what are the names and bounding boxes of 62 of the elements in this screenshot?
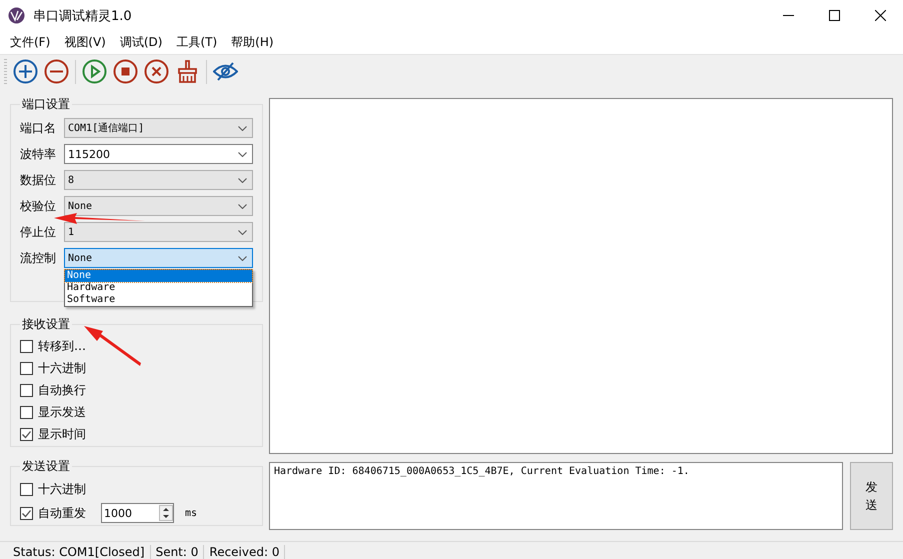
menu-item[interactable]: 视图(V) bbox=[57, 34, 113, 51]
status-text: Sent: 0 bbox=[150, 545, 204, 559]
send-button[interactable]: 发送 bbox=[850, 462, 893, 530]
dropdown[interactable]: None bbox=[64, 196, 253, 216]
checkbox[interactable] bbox=[20, 482, 33, 496]
dropdown[interactable]: None bbox=[64, 248, 253, 268]
interval-spinbox[interactable]: 1000 bbox=[101, 503, 174, 523]
checkbox[interactable] bbox=[20, 406, 33, 418]
checkbox-label[interactable]: 十六进制 bbox=[38, 360, 86, 376]
chevron-down-icon bbox=[238, 204, 247, 208]
dropdown[interactable]: COM1[通信端口] bbox=[64, 118, 253, 138]
status-text: Status: COM1[Closed] bbox=[8, 545, 151, 559]
chevron-down-icon bbox=[238, 256, 247, 260]
menu-item[interactable]: 调试(D) bbox=[112, 34, 170, 51]
play-icon[interactable] bbox=[82, 59, 107, 84]
spin-arrows-icon[interactable] bbox=[159, 505, 173, 521]
group-title: 端口设置 bbox=[21, 96, 71, 113]
chevron-down-icon bbox=[238, 178, 247, 182]
dropdown-option[interactable]: Hardware bbox=[65, 282, 252, 294]
group-title: 发送设置 bbox=[21, 458, 71, 475]
minimize-icon[interactable] bbox=[782, 15, 794, 16]
checkbox-label[interactable]: 十六进制 bbox=[38, 480, 86, 498]
unit-label: ms bbox=[185, 508, 198, 518]
checkbox-label[interactable]: 转移到… bbox=[38, 338, 86, 354]
checkbox[interactable] bbox=[20, 428, 33, 440]
status-text: Received: 0 bbox=[204, 545, 286, 559]
dropdown[interactable]: 1 bbox=[64, 222, 253, 242]
dropdown[interactable]: 8 bbox=[64, 170, 253, 190]
checkbox[interactable] bbox=[20, 506, 33, 520]
field-label: 波特率 bbox=[20, 146, 57, 162]
checkbox[interactable] bbox=[20, 340, 33, 352]
chevron-down-icon bbox=[238, 152, 247, 156]
chevron-down-icon bbox=[238, 126, 247, 130]
app-logo-icon bbox=[8, 7, 25, 24]
broom-icon[interactable] bbox=[175, 59, 200, 84]
field-label: 校验位 bbox=[20, 198, 57, 214]
dropdown[interactable]: 115200 bbox=[64, 144, 253, 164]
minus-circle-icon[interactable] bbox=[44, 59, 69, 84]
stop-icon[interactable] bbox=[113, 59, 138, 84]
chevron-down-icon bbox=[238, 230, 247, 234]
checkbox[interactable] bbox=[20, 384, 33, 396]
maximize-icon[interactable] bbox=[828, 10, 840, 21]
checkbox-label[interactable]: 自动重发 bbox=[38, 504, 86, 522]
menu-item[interactable]: 文件(F) bbox=[3, 34, 58, 51]
close-icon[interactable] bbox=[874, 10, 886, 21]
field-label: 数据位 bbox=[20, 172, 57, 188]
checkbox-label[interactable]: 自动换行 bbox=[38, 382, 86, 398]
field-label: 流控制 bbox=[20, 250, 57, 266]
checkbox-label[interactable]: 显示时间 bbox=[38, 426, 86, 442]
field-label: 端口名 bbox=[20, 120, 57, 136]
field-label: 停止位 bbox=[20, 224, 57, 240]
send-text-area[interactable]: Hardware ID: 68406715_000A0653_1C5_4B7E, Current Evaluation Time: -1. bbox=[269, 462, 843, 530]
dropdown-option[interactable]: None bbox=[65, 270, 252, 282]
menu-item[interactable]: 工具(T) bbox=[169, 34, 224, 51]
close-circle-icon[interactable] bbox=[144, 59, 169, 84]
menu-item[interactable]: 帮助(H) bbox=[224, 34, 281, 51]
window-title: 串口调试精灵1.0 bbox=[33, 8, 132, 24]
group-title: 接收设置 bbox=[21, 316, 71, 333]
dropdown-option[interactable]: Software bbox=[65, 294, 252, 306]
checkbox-label[interactable]: 显示发送 bbox=[38, 404, 86, 420]
checkbox[interactable] bbox=[20, 362, 33, 374]
plus-circle-icon[interactable] bbox=[13, 59, 38, 84]
